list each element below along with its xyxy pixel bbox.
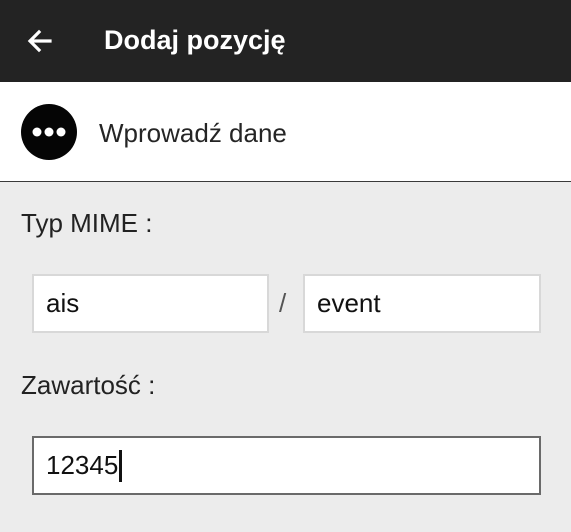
mime-type-value: ais: [46, 288, 80, 318]
mime-subtype-input[interactable]: event: [303, 274, 541, 333]
arrow-left-icon: [27, 29, 52, 53]
mime-type-label: Typ MIME :: [21, 208, 153, 238]
page-title: Dodaj pozycję: [104, 25, 286, 55]
content-value: 12345: [46, 450, 119, 480]
input-method-row[interactable]: Wprowadź dane: [0, 82, 571, 182]
mime-type-input[interactable]: ais: [32, 274, 269, 333]
back-button[interactable]: [18, 19, 62, 63]
content-input[interactable]: 12345: [32, 436, 541, 495]
input-method-label: Wprowadź dane: [99, 118, 287, 148]
content-label: Zawartość :: [21, 370, 156, 400]
app-bar: Dodaj pozycję: [0, 0, 571, 82]
more-horizontal-icon: [21, 104, 77, 160]
mime-subtype-value: event: [317, 288, 381, 318]
text-caret: [119, 449, 123, 482]
mime-separator: /: [279, 288, 287, 318]
